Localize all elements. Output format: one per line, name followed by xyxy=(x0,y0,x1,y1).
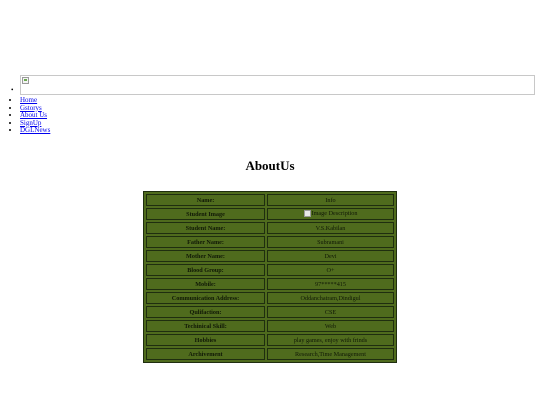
row-label: Communication Address: xyxy=(146,292,265,304)
row-label: Archivement xyxy=(146,348,265,360)
row-label: Blood Group: xyxy=(146,264,265,276)
row-value: 97*****415 xyxy=(267,278,394,290)
table-row: Mother Name: Devi xyxy=(146,250,394,262)
row-value: play games, enjoy with frinds xyxy=(267,334,394,346)
student-image-placeholder: Image Description xyxy=(303,209,358,217)
row-value: O+ xyxy=(267,264,394,276)
table-row: Qulifaction: CSE xyxy=(146,306,394,318)
row-label: Mobile: xyxy=(146,278,265,290)
row-value: Oddanchatram,Dindigul xyxy=(267,292,394,304)
row-value: Subramani xyxy=(267,236,394,248)
table-row: Mobile: 97*****415 xyxy=(146,278,394,290)
table-row: Archivement Research,Time Management xyxy=(146,348,394,360)
table-row: Student Image Image Description xyxy=(146,208,394,220)
row-label: Name: xyxy=(146,194,265,206)
empty-list-bullet: • xyxy=(11,86,14,94)
row-label: Student Name: xyxy=(146,222,265,234)
nav-item-dglnews: DGLNews xyxy=(20,126,50,135)
broken-image-icon xyxy=(22,77,29,84)
broken-image-icon xyxy=(303,209,311,217)
nav-link-dglnews[interactable]: DGLNews xyxy=(20,126,50,134)
row-value-image: Image Description xyxy=(267,208,394,220)
nav-menu: Home Gstorys About Us SignUp DGLNews xyxy=(11,96,50,135)
row-label: Qulifaction: xyxy=(146,306,265,318)
table-row: Communication Address: Oddanchatram,Dind… xyxy=(146,292,394,304)
table-row: Father Name: Subramani xyxy=(146,236,394,248)
image-alt-text: Image Description xyxy=(311,209,358,217)
table-row: Hobbies play games, enjoy with frinds xyxy=(146,334,394,346)
table-row: Techinical Skill: Web xyxy=(146,320,394,332)
profile-table: Name: Info Student Image Image Descripti… xyxy=(143,191,397,363)
banner-image-placeholder xyxy=(20,75,535,95)
row-value: V.S.Kabilan xyxy=(267,222,394,234)
page-title: AboutUs xyxy=(245,158,295,173)
row-value: CSE xyxy=(267,306,394,318)
row-label: Mother Name: xyxy=(146,250,265,262)
table-row: Name: Info xyxy=(146,194,394,206)
row-label: Father Name: xyxy=(146,236,265,248)
row-label: Techinical Skill: xyxy=(146,320,265,332)
table-row: Blood Group: O+ xyxy=(146,264,394,276)
row-value: Devi xyxy=(267,250,394,262)
row-value: Research,Time Management xyxy=(267,348,394,360)
row-value: Info xyxy=(267,194,394,206)
row-value: Web xyxy=(267,320,394,332)
row-label: Student Image xyxy=(146,208,265,220)
table-row: Student Name: V.S.Kabilan xyxy=(146,222,394,234)
row-label: Hobbies xyxy=(146,334,265,346)
